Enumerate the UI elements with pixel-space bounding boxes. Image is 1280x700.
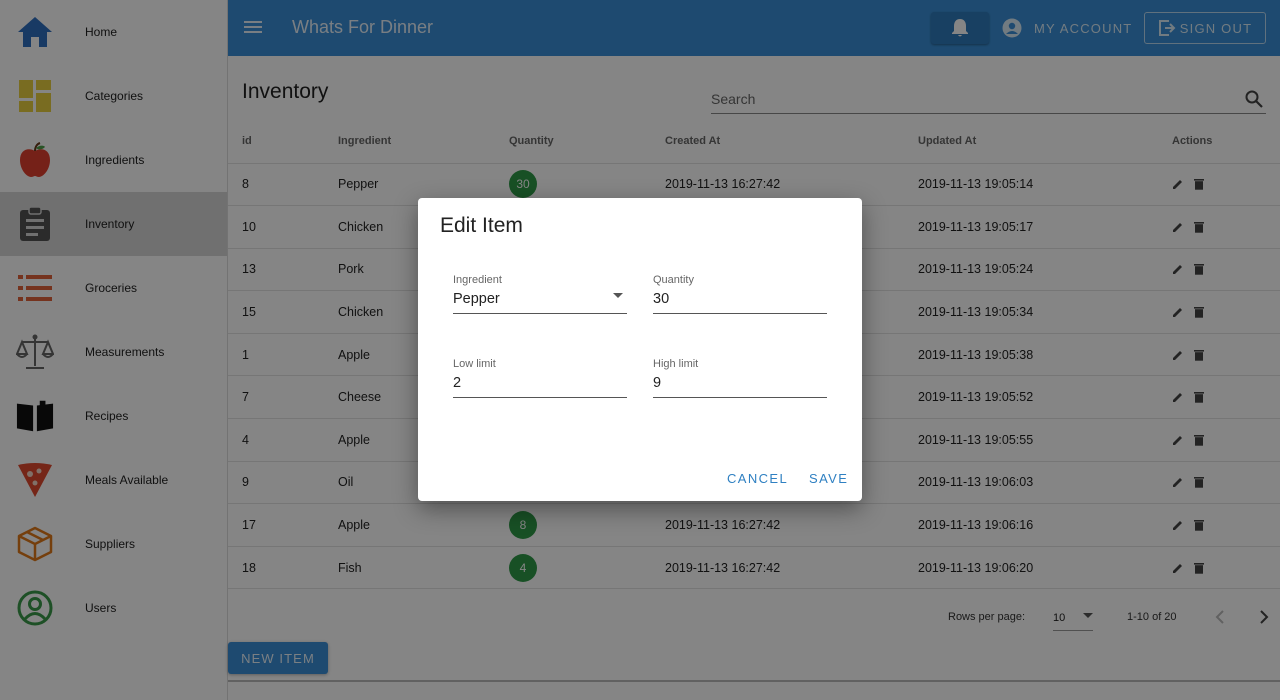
ingredient-label: Ingredient bbox=[453, 274, 502, 286]
high-limit-value: 9 bbox=[653, 375, 662, 391]
high-limit-label: High limit bbox=[653, 358, 699, 370]
low-limit-field[interactable]: Low limit 2 bbox=[453, 358, 627, 398]
quantity-label: Quantity bbox=[653, 274, 694, 286]
edit-item-dialog: Edit Item Ingredient Pepper Quantity 30 … bbox=[418, 198, 862, 501]
quantity-value: 30 bbox=[653, 291, 670, 307]
low-limit-value: 2 bbox=[453, 375, 462, 391]
cancel-button[interactable]: CANCEL bbox=[727, 471, 788, 486]
ingredient-value: Pepper bbox=[453, 291, 500, 307]
quantity-field[interactable]: Quantity 30 bbox=[653, 274, 827, 314]
low-limit-label: Low limit bbox=[453, 358, 496, 370]
dropdown-arrow-icon bbox=[613, 293, 623, 299]
ingredient-select[interactable]: Ingredient Pepper bbox=[453, 274, 627, 314]
save-button[interactable]: SAVE bbox=[809, 471, 848, 486]
high-limit-field[interactable]: High limit 9 bbox=[653, 358, 827, 398]
dialog-title: Edit Item bbox=[440, 214, 523, 237]
